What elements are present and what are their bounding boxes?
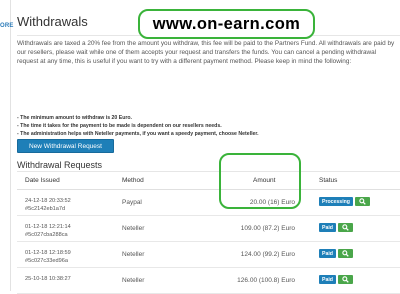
date-cell: 25-10-18 10:38:27 — [25, 275, 71, 283]
rule-item: - The minimum amount to withdraw is 20 E… — [17, 115, 132, 121]
search-icon — [342, 276, 349, 283]
withdrawal-requests-table: Date Issued Method Amount Status 24-12-1… — [17, 172, 400, 294]
rule-item: - The time it takes for the payment to b… — [17, 123, 222, 130]
method-cell: Paypal — [122, 199, 142, 206]
table-row: 01-12-18 12:21:14 #5c027cba288ca Netelle… — [17, 216, 400, 242]
search-icon — [359, 198, 366, 205]
table-header: Date Issued Method Amount Status — [17, 172, 400, 190]
section-title: Withdrawal Requests — [17, 160, 103, 170]
method-cell: Neteller — [122, 277, 145, 284]
view-button[interactable] — [337, 249, 353, 258]
intro-paragraph: Withdrawals are taxed a 20% fee from the… — [17, 40, 395, 65]
view-button[interactable] — [337, 275, 353, 284]
header-method: Method — [122, 177, 144, 184]
date-cell: 01-12-18 12:21:14 #5c027cba288ca — [25, 223, 71, 239]
method-cell: Neteller — [122, 225, 145, 232]
date-cell: 01-12-18 12:18:59 #5c027c33ed96a — [25, 249, 71, 265]
amount-cell: 126.00 (100.8) Euro — [237, 277, 295, 284]
header-date: Date Issued — [25, 177, 60, 184]
status-cell: Paid — [319, 275, 353, 284]
status-badge: Paid — [319, 249, 336, 258]
status-badge: Processing — [319, 197, 353, 206]
sidebar-more-link[interactable]: ORE — [0, 23, 14, 29]
new-withdrawal-request-button[interactable]: New Withdrawal Request — [17, 139, 114, 153]
view-button[interactable] — [354, 197, 370, 206]
status-badge: Paid — [319, 223, 336, 232]
rule-item: - The administration helps with Neteller… — [17, 131, 259, 138]
view-button[interactable] — [337, 223, 353, 232]
table-row: 01-12-18 12:18:59 #5c027c33ed96a Netelle… — [17, 242, 400, 268]
status-cell: Paid — [319, 223, 353, 232]
status-badge: Paid — [319, 275, 336, 284]
date-text: 24-12-18 20:33:52 — [25, 198, 71, 204]
search-icon — [342, 224, 349, 231]
date-text: 25-10-18 10:38:27 — [25, 276, 71, 282]
status-cell: Processing — [319, 197, 370, 206]
sidebar-divider — [10, 0, 11, 291]
header-amount: Amount — [253, 177, 276, 184]
method-cell: Neteller — [122, 251, 145, 258]
watermark-label: www.on-earn.com — [138, 9, 315, 39]
date-text: 01-12-18 12:18:59 — [25, 250, 71, 256]
search-icon — [342, 250, 349, 257]
request-id: #5c027cba288ca — [25, 232, 68, 238]
amount-cell: 20.00 (16) Euro — [249, 199, 295, 206]
date-text: 01-12-18 12:21:14 — [25, 224, 71, 230]
amount-cell: 124.00 (99.2) Euro — [240, 251, 295, 258]
table-row: 25-10-18 10:38:27 Neteller 126.00 (100.8… — [17, 268, 400, 294]
table-row: 24-12-18 20:33:52 #5c2142eb1a7d Paypal 2… — [17, 190, 400, 216]
amount-cell: 109.00 (87.2) Euro — [240, 225, 295, 232]
page-title: Withdrawals — [17, 14, 88, 29]
intro-text: Withdrawals are taxed a 20% fee from the… — [17, 40, 397, 67]
date-cell: 24-12-18 20:33:52 #5c2142eb1a7d — [25, 197, 71, 213]
rules-list: - The minimum amount to withdraw is 20 E… — [17, 114, 397, 139]
request-id: #5c2142eb1a7d — [25, 206, 66, 212]
status-cell: Paid — [319, 249, 353, 258]
request-id: #5c027c33ed96a — [25, 258, 68, 264]
header-status: Status — [319, 177, 338, 184]
